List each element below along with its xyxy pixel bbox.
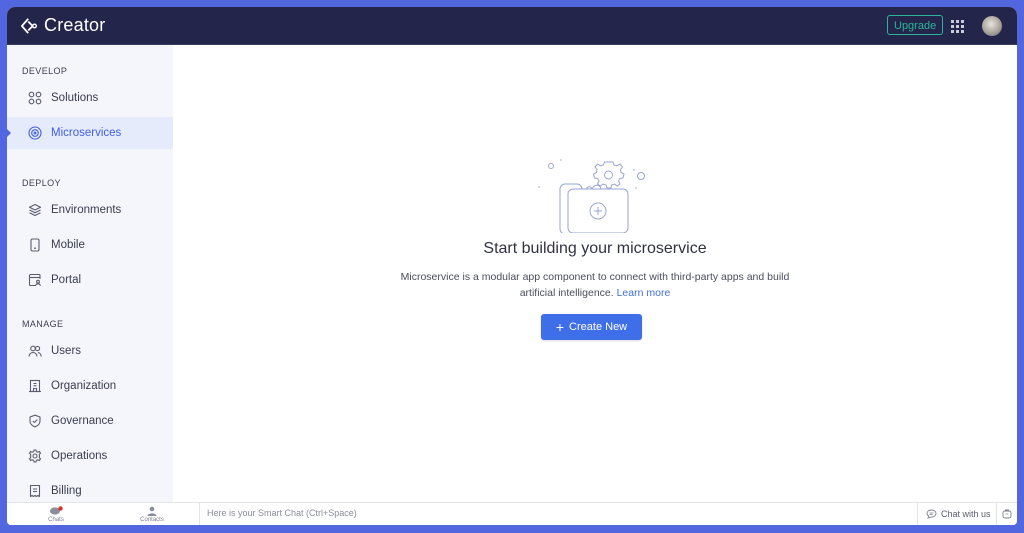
- gear-icon: [28, 449, 42, 463]
- empty-state-title: Start building your microservice: [483, 240, 707, 257]
- contacts-label: Contacts: [140, 516, 164, 523]
- building-icon: [28, 379, 42, 393]
- section-label-deploy: DEPLOY: [22, 178, 61, 188]
- smart-chat-input[interactable]: Here is your Smart Chat (Ctrl+Space): [207, 508, 357, 518]
- contact-person-icon: [147, 506, 157, 516]
- learn-more-link[interactable]: Learn more: [617, 287, 671, 299]
- mobile-icon: [28, 238, 42, 252]
- sidebar-item-label: Users: [51, 345, 82, 357]
- active-indicator: [7, 128, 11, 138]
- sidebar: DEVELOP Solutions Microservices DEPLOY E…: [7, 45, 173, 503]
- bottom-bar: Chats Contacts Here is your Smart Chat (…: [7, 502, 1017, 525]
- chat-icon: [926, 509, 937, 519]
- layers-icon: [28, 203, 42, 217]
- solutions-icon: [28, 91, 42, 105]
- microservices-icon: [28, 126, 42, 140]
- sidebar-item-users[interactable]: Users: [7, 335, 173, 367]
- plus-icon: +: [555, 319, 565, 335]
- sidebar-item-label: Billing: [51, 485, 82, 497]
- upgrade-button[interactable]: Upgrade: [887, 15, 944, 35]
- create-new-button[interactable]: + Create New: [541, 314, 642, 340]
- main-content: Start building your microservice Microse…: [173, 45, 1017, 503]
- avatar[interactable]: [982, 16, 1002, 36]
- app-window: Creator Upgrade DEVELOP Solutions Micros…: [7, 7, 1017, 525]
- sidebar-item-solutions[interactable]: Solutions: [7, 82, 173, 114]
- sidebar-item-operations[interactable]: Operations: [7, 440, 173, 472]
- creator-logo-icon: [21, 17, 38, 34]
- portal-icon: [28, 273, 42, 287]
- sidebar-item-label: Mobile: [51, 239, 85, 251]
- sidebar-item-portal[interactable]: Portal: [7, 264, 173, 296]
- app-title: Creator: [44, 15, 106, 35]
- bot-icon: [1002, 509, 1012, 519]
- sidebar-item-governance[interactable]: Governance: [7, 405, 173, 437]
- contacts-tab[interactable]: Contacts: [137, 503, 167, 525]
- top-bar: Creator Upgrade: [7, 7, 1017, 45]
- grid-icon[interactable]: [951, 20, 964, 33]
- empty-state-description: Microservice is a modular app component …: [388, 269, 802, 301]
- sidebar-item-label: Organization: [51, 380, 117, 392]
- empty-state-illustration: [538, 159, 645, 233]
- chat-with-us-button[interactable]: Chat with us: [917, 503, 999, 525]
- sidebar-item-label: Governance: [51, 415, 114, 427]
- shield-check-icon: [28, 414, 42, 428]
- receipt-icon: [28, 484, 42, 498]
- sidebar-item-label: Environments: [51, 204, 122, 216]
- chats-tab[interactable]: Chats: [41, 503, 71, 525]
- divider: [199, 503, 200, 525]
- sidebar-item-microservices[interactable]: Microservices: [7, 117, 173, 149]
- chat-with-us-label: Chat with us: [941, 509, 991, 519]
- users-icon: [28, 344, 42, 358]
- sidebar-item-organization[interactable]: Organization: [7, 370, 173, 402]
- sidebar-item-label: Operations: [51, 450, 108, 462]
- section-label-manage: MANAGE: [22, 319, 64, 329]
- sidebar-item-environments[interactable]: Environments: [7, 194, 173, 226]
- sidebar-item-label: Microservices: [51, 127, 122, 139]
- description-text: Microservice is a modular app component …: [400, 271, 790, 299]
- bot-button[interactable]: [996, 503, 1017, 525]
- sidebar-item-label: Portal: [51, 274, 82, 286]
- sidebar-item-label: Solutions: [51, 92, 99, 104]
- section-label-develop: DEVELOP: [22, 66, 68, 76]
- sidebar-item-mobile[interactable]: Mobile: [7, 229, 173, 261]
- create-new-label: Create New: [569, 321, 628, 333]
- chats-label: Chats: [48, 516, 64, 523]
- chat-bubbles-icon: [50, 505, 63, 515]
- app-logo[interactable]: Creator: [21, 15, 105, 36]
